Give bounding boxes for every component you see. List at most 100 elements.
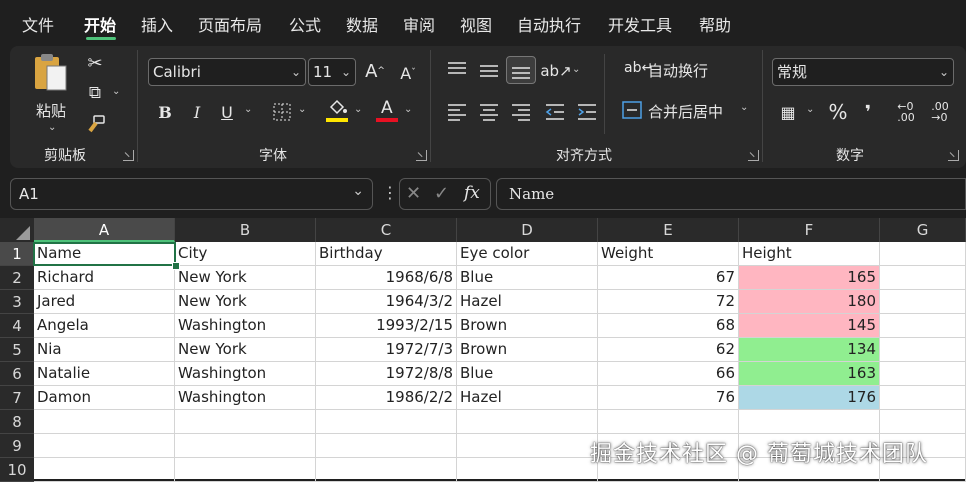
paste-button[interactable]: 粘贴 ⌄ bbox=[32, 52, 72, 133]
borders-dropdown-icon[interactable]: ⌄ bbox=[298, 104, 306, 115]
table-cell[interactable]: 1986/2/2 bbox=[316, 386, 457, 410]
cut-icon[interactable]: ✂ bbox=[84, 52, 106, 74]
align-middle-icon[interactable] bbox=[478, 60, 500, 80]
number-launcher[interactable] bbox=[948, 150, 959, 161]
column-header-a[interactable]: A bbox=[34, 218, 175, 242]
comma-style-button[interactable]: ❜ bbox=[858, 100, 878, 124]
percent-button[interactable]: % bbox=[826, 100, 850, 124]
table-cell[interactable]: New York bbox=[175, 266, 316, 290]
table-cell[interactable]: 176 bbox=[739, 386, 880, 410]
decrease-decimal-icon[interactable]: .00 →0 bbox=[928, 100, 952, 124]
table-cell[interactable]: 1972/8/8 bbox=[316, 362, 457, 386]
row-header[interactable]: 10 bbox=[0, 458, 34, 482]
fill-color-button[interactable] bbox=[326, 98, 348, 124]
table-cell[interactable]: 1968/6/8 bbox=[316, 266, 457, 290]
table-cell[interactable]: Washington bbox=[175, 362, 316, 386]
cancel-icon[interactable]: ✕ bbox=[406, 183, 421, 204]
table-cell[interactable] bbox=[880, 290, 966, 314]
table-cell[interactable]: City bbox=[175, 242, 316, 266]
table-cell[interactable]: 163 bbox=[739, 362, 880, 386]
table-cell[interactable]: Jared bbox=[34, 290, 175, 314]
align-left-icon[interactable] bbox=[446, 102, 468, 122]
table-cell[interactable]: Brown bbox=[457, 338, 598, 362]
font-color-dropdown-icon[interactable]: ⌄ bbox=[404, 104, 412, 115]
align-bottom-button[interactable] bbox=[506, 56, 536, 84]
menu-file[interactable]: 文件 bbox=[22, 12, 54, 36]
table-cell[interactable] bbox=[880, 314, 966, 338]
table-cell[interactable]: Eye color bbox=[457, 242, 598, 266]
menu-automate[interactable]: 自动执行 bbox=[517, 12, 581, 36]
table-cell[interactable]: New York bbox=[175, 290, 316, 314]
menu-page-layout[interactable]: 页面布局 bbox=[198, 12, 262, 36]
table-cell[interactable] bbox=[880, 338, 966, 362]
table-cell[interactable] bbox=[880, 410, 966, 434]
increase-decimal-icon[interactable]: ←0.00 bbox=[894, 100, 918, 124]
table-cell[interactable]: Nia bbox=[34, 338, 175, 362]
table-cell[interactable]: 76 bbox=[598, 386, 739, 410]
table-cell[interactable] bbox=[880, 266, 966, 290]
menu-data[interactable]: 数据 bbox=[346, 12, 378, 36]
table-cell[interactable]: 1964/3/2 bbox=[316, 290, 457, 314]
table-cell[interactable]: Hazel bbox=[457, 386, 598, 410]
table-cell[interactable]: Brown bbox=[457, 314, 598, 338]
copy-dropdown-icon[interactable]: ⌄ bbox=[112, 86, 120, 97]
increase-font-size-icon[interactable]: A ^ bbox=[363, 58, 387, 84]
accounting-dropdown-icon[interactable]: ⌄ bbox=[806, 104, 814, 115]
row-header[interactable]: 7 bbox=[0, 386, 34, 410]
table-cell[interactable] bbox=[175, 434, 316, 458]
orientation-icon[interactable]: ab↗ bbox=[540, 58, 571, 84]
menu-view[interactable]: 视图 bbox=[460, 12, 492, 36]
row-header[interactable]: 8 bbox=[0, 410, 34, 434]
table-cell[interactable] bbox=[34, 458, 175, 482]
increase-indent-icon[interactable] bbox=[576, 102, 598, 122]
row-header[interactable]: 5 bbox=[0, 338, 34, 362]
copy-icon[interactable]: ⧉ bbox=[84, 82, 106, 104]
decrease-indent-icon[interactable] bbox=[544, 102, 566, 122]
row-header[interactable]: 2 bbox=[0, 266, 34, 290]
table-cell[interactable]: 1972/7/3 bbox=[316, 338, 457, 362]
row-header[interactable]: 9 bbox=[0, 434, 34, 458]
fill-color-dropdown-icon[interactable]: ⌄ bbox=[354, 104, 362, 115]
table-cell[interactable]: Richard bbox=[34, 266, 175, 290]
name-box[interactable]: A1 ⌄ bbox=[10, 178, 373, 210]
align-center-icon[interactable] bbox=[478, 102, 500, 122]
underline-button[interactable]: U bbox=[216, 100, 238, 124]
table-cell[interactable]: 72 bbox=[598, 290, 739, 314]
table-cell[interactable]: Damon bbox=[34, 386, 175, 410]
table-cell[interactable] bbox=[316, 458, 457, 482]
row-header[interactable]: 3 bbox=[0, 290, 34, 314]
table-cell[interactable] bbox=[457, 434, 598, 458]
select-all-corner[interactable] bbox=[0, 218, 34, 242]
table-cell[interactable]: Birthday bbox=[316, 242, 457, 266]
table-cell[interactable]: 67 bbox=[598, 266, 739, 290]
align-top-icon[interactable] bbox=[446, 60, 468, 80]
table-cell[interactable]: Weight bbox=[598, 242, 739, 266]
table-cell[interactable] bbox=[175, 410, 316, 434]
table-cell[interactable] bbox=[598, 410, 739, 434]
table-cell[interactable]: Natalie bbox=[34, 362, 175, 386]
column-header-c[interactable]: C bbox=[316, 218, 457, 242]
bold-button[interactable]: B bbox=[154, 100, 176, 124]
row-header[interactable]: 4 bbox=[0, 314, 34, 338]
font-name-dropdown[interactable]: Calibri ⌄ bbox=[148, 58, 306, 86]
table-cell[interactable]: 66 bbox=[598, 362, 739, 386]
table-cell[interactable]: Washington bbox=[175, 314, 316, 338]
column-header-e[interactable]: E bbox=[598, 218, 739, 242]
table-cell[interactable] bbox=[880, 362, 966, 386]
table-cell[interactable]: 1993/2/15 bbox=[316, 314, 457, 338]
table-cell[interactable]: Washington bbox=[175, 386, 316, 410]
row-header[interactable]: 1 bbox=[0, 242, 34, 266]
column-header-d[interactable]: D bbox=[457, 218, 598, 242]
table-cell[interactable]: 134 bbox=[739, 338, 880, 362]
menu-help[interactable]: 帮助 bbox=[699, 12, 731, 36]
table-cell[interactable]: 68 bbox=[598, 314, 739, 338]
wrap-text-button[interactable]: ab↵ 自动换行 bbox=[622, 60, 732, 82]
borders-icon[interactable] bbox=[272, 102, 292, 122]
table-cell[interactable] bbox=[34, 434, 175, 458]
decrease-font-size-icon[interactable]: Aˇ bbox=[396, 60, 420, 86]
table-cell[interactable]: Angela bbox=[34, 314, 175, 338]
row-header[interactable]: 6 bbox=[0, 362, 34, 386]
table-cell[interactable]: 62 bbox=[598, 338, 739, 362]
menu-developer[interactable]: 开发工具 bbox=[608, 12, 672, 36]
formula-input[interactable]: Name bbox=[496, 178, 966, 210]
